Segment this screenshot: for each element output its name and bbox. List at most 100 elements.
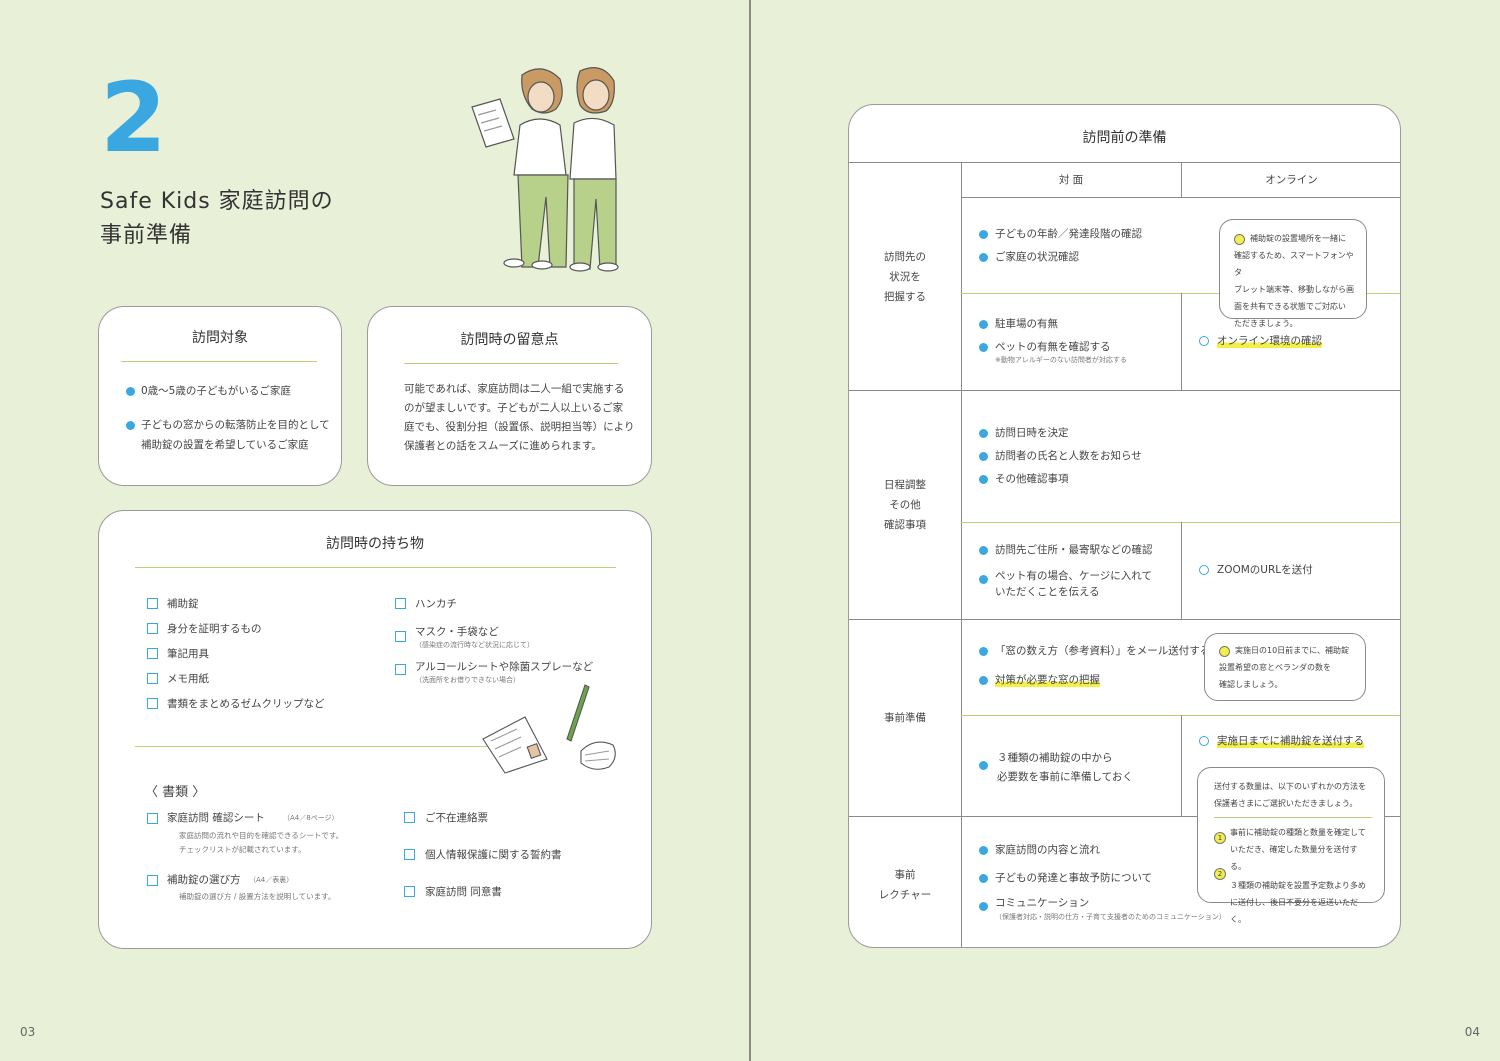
bullet-icon xyxy=(979,846,988,855)
checkbox-icon xyxy=(147,648,158,659)
table-col-divider xyxy=(1181,293,1182,390)
divider xyxy=(1214,817,1372,818)
speech-bubble: 補助錠の設置場所を一緒に 確認するため、スマートフォンやタ ブレット端末等、移動… xyxy=(1219,219,1367,328)
col-header-face: 対 面 xyxy=(1058,174,1084,186)
table-rule xyxy=(961,197,1400,198)
belonging-note: （感染症の流行時など状況に応じて） xyxy=(415,641,534,649)
row-label-line: 事前 xyxy=(894,869,916,881)
visit-notes-heading: 訪問時の留意点 xyxy=(460,332,559,348)
bullet-icon xyxy=(979,452,988,461)
table-item: 「窓の数え方（参考資料）」をメール送付する xyxy=(995,645,1211,657)
divider xyxy=(404,363,618,364)
right-page: 訪問前の準備 対 面 オンライン 訪問先の 状況を 把握する 子どもの年齢／発達… xyxy=(751,0,1500,1061)
divider xyxy=(135,746,495,747)
checkbox-icon xyxy=(404,812,415,823)
table-title: 訪問前の準備 xyxy=(1082,130,1167,146)
checkbox-icon xyxy=(147,623,158,634)
document-desc: 家庭訪問の流れや目的を確認できるシートです。 xyxy=(179,831,344,840)
preparation-table: 訪問前の準備 対 面 オンライン 訪問先の 状況を 把握する 子どもの年齢／発達… xyxy=(848,104,1401,948)
notes-line: のが望ましいです。子どもが二人以上いるご家 xyxy=(404,402,624,414)
bubble-line: 保護者さまにご選択いただきましょう。 xyxy=(1214,799,1358,808)
row-label-line: 状況を xyxy=(889,271,921,283)
checkbox-icon xyxy=(395,631,406,642)
section-number: 2 xyxy=(100,62,167,174)
belongings-heading: 訪問時の持ち物 xyxy=(326,536,424,552)
left-page: 2 Safe Kids 家庭訪問の 事前準備 訪問対象 0歳～5歳の子どもがいる… xyxy=(0,0,750,1061)
row-label-preparation: 事前準備 xyxy=(884,712,926,724)
document-item: 家庭訪問 同意書 xyxy=(425,886,502,898)
table-note: （保護者対応・説明の仕方・子育て支援者のためのコミュニケーション） xyxy=(995,913,1226,921)
document-size: （A4／表裏） xyxy=(249,876,294,884)
bullet-icon xyxy=(979,874,988,883)
row-label-lecture: 事前 レクチャー xyxy=(849,865,961,905)
table-item: ペット有の場合、ケージに入れて xyxy=(995,570,1152,582)
belonging-item: マスク・手袋など xyxy=(415,626,499,638)
checkbox-icon xyxy=(147,673,158,684)
table-item: 必要数を事前に準備しておく xyxy=(997,771,1133,783)
bubble-line: 確認するため、スマートフォンやタ xyxy=(1234,251,1354,277)
bullet-icon xyxy=(979,761,988,770)
checkbox-icon xyxy=(147,598,158,609)
yellow-circle-icon xyxy=(1219,646,1230,657)
target-item: 補助錠の設置を希望しているご家庭 xyxy=(141,439,309,451)
table-item: ３種類の補助錠の中から xyxy=(997,752,1113,764)
divider xyxy=(121,361,317,362)
row-label-schedule: 日程調整 その他 確認事項 xyxy=(849,475,961,535)
bullet-icon xyxy=(126,421,135,430)
bubble-line: 実施日の10日前までに、補助錠 xyxy=(1235,646,1349,655)
bullet-icon xyxy=(979,343,988,352)
bubble-line: ただきましょう。 xyxy=(1234,319,1298,328)
documents-heading: 〈 書類 〉 xyxy=(145,785,206,800)
table-col-divider xyxy=(1181,522,1182,619)
visit-target-heading: 訪問対象 xyxy=(192,330,248,346)
checkbox-icon xyxy=(395,598,406,609)
page-number: 03 xyxy=(20,1025,36,1039)
number-badge: 1 xyxy=(1214,832,1226,844)
belonging-item: 筆記用具 xyxy=(167,648,209,660)
bubble-line: 補助錠の設置場所を一緒に xyxy=(1250,234,1346,243)
table-rule xyxy=(849,390,1400,391)
notes-line: 可能であれば、家庭訪問は二人一組で実施する xyxy=(404,383,625,395)
table-item: 家庭訪問の内容と流れ xyxy=(995,844,1100,856)
bullet-icon xyxy=(979,429,988,438)
bubble-line: に送付し、後日不要分を返送いただく。 xyxy=(1230,898,1358,924)
row-label-line: 日程調整 xyxy=(884,479,926,491)
checkbox-icon xyxy=(147,813,158,824)
circle-bullet-icon xyxy=(1199,736,1209,746)
table-item: 訪問先ご住所・最寄駅などの確認 xyxy=(995,544,1153,556)
table-note: ※動物アレルギーのない訪問者が対応する xyxy=(995,356,1127,364)
online-item: オンライン環境の確認 xyxy=(1217,333,1322,348)
title-line-2: 事前準備 xyxy=(100,223,193,248)
title-line-1: Safe Kids 家庭訪問の xyxy=(100,189,334,214)
checkbox-icon xyxy=(147,875,158,886)
bubble-line: 送付する数量は、以下のいずれかの方法を xyxy=(1214,782,1366,791)
table-item: ペットの有無を確認する xyxy=(995,341,1111,353)
document-size: （A4／8ページ） xyxy=(283,814,339,822)
send-options-bubble: 送付する数量は、以下のいずれかの方法を 保護者さまにご選択いただきましょう。 1… xyxy=(1197,767,1385,924)
target-item: 0歳～5歳の子どもがいるご家庭 xyxy=(141,385,291,397)
table-item: 駐車場の有無 xyxy=(995,318,1058,330)
notes-line: 保護者との話をスムーズに進められます。 xyxy=(404,440,602,452)
bubble-line: 確認しましょう。 xyxy=(1219,680,1283,689)
checkbox-icon xyxy=(147,698,158,709)
bullet-icon xyxy=(979,676,988,685)
speech-bubble: 実施日の10日前までに、補助錠 設置希望の窓とベランダの数を 確認しましょう。 xyxy=(1204,633,1366,701)
table-item: その他確認事項 xyxy=(995,473,1069,485)
circle-bullet-icon xyxy=(1199,336,1209,346)
belonging-item: 補助錠 xyxy=(167,598,199,610)
page-title: Safe Kids 家庭訪問の 事前準備 xyxy=(100,185,334,253)
document-item: 補助錠の選び方 xyxy=(167,874,241,886)
belonging-item: ハンカチ xyxy=(415,598,457,610)
table-item: ご家庭の状況確認 xyxy=(995,251,1079,263)
belonging-item: メモ用紙 xyxy=(167,673,209,685)
table-rule xyxy=(849,162,1400,163)
table-col-divider xyxy=(1181,162,1182,197)
row-label-situation: 訪問先の 状況を 把握する xyxy=(849,247,961,307)
bubble-line: 面を共有できる状態でご対応い xyxy=(1234,302,1346,311)
circle-bullet-icon xyxy=(1199,565,1209,575)
visit-notes-card: 訪問時の留意点 可能であれば、家庭訪問は二人一組で実施する のが望ましいです。子… xyxy=(367,306,652,486)
bullet-icon xyxy=(979,320,988,329)
table-col-divider xyxy=(961,162,962,947)
target-item: 子どもの窓からの転落防止を目的として xyxy=(141,419,330,431)
online-item: 実施日までに補助錠を送付する xyxy=(1217,733,1364,748)
